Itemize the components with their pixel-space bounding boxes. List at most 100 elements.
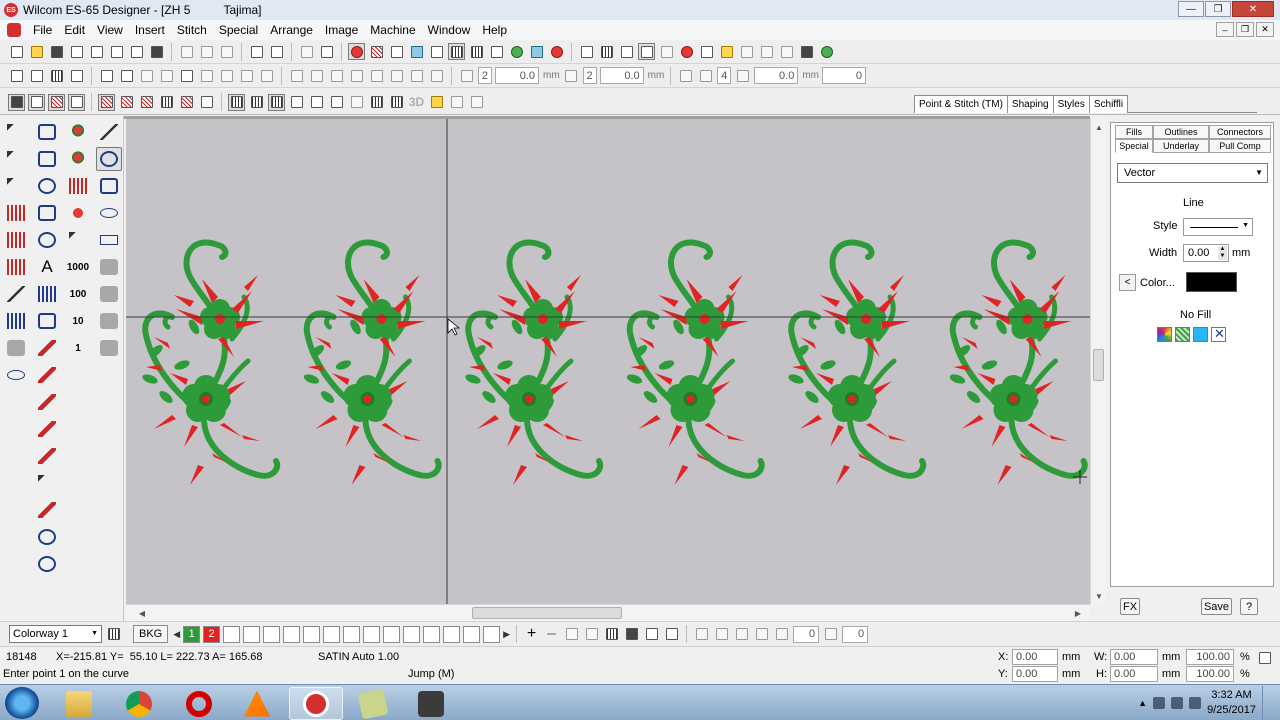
angle-input[interactable]: 0 (822, 67, 867, 84)
check-icon[interactable] (318, 43, 335, 60)
stitch-count-1000-icon[interactable]: 1000 (65, 255, 91, 279)
rotate-angle-input[interactable]: 0 (793, 625, 820, 643)
hoop-icon[interactable] (488, 43, 505, 60)
sketch-icon[interactable] (428, 94, 445, 111)
export-icon[interactable] (68, 43, 85, 60)
spiral-icon[interactable] (34, 552, 60, 576)
empty-color-slot[interactable] (483, 625, 501, 643)
volume-icon[interactable] (1189, 697, 1202, 709)
start-button-icon[interactable] (5, 687, 39, 719)
height-field[interactable]: 0.00 (1110, 666, 1158, 682)
cut-holes-icon[interactable] (258, 67, 275, 84)
menu-special[interactable]: Special (213, 20, 264, 40)
redo-icon[interactable] (268, 43, 285, 60)
rotate-right-icon[interactable] (753, 626, 770, 643)
menu-insert[interactable]: Insert (129, 20, 171, 40)
network-icon[interactable] (34, 525, 60, 549)
needle-points-icon[interactable] (428, 43, 445, 60)
embroidery-motif[interactable] (626, 243, 762, 485)
stitch-count-1-icon[interactable]: 1 (65, 336, 91, 360)
stitch-count-100-icon[interactable]: 100 (65, 282, 91, 306)
flag-icon[interactable] (1153, 697, 1166, 709)
monogram-icon[interactable] (34, 282, 60, 306)
tab-point-stitch[interactable]: Point & Stitch (TM) (914, 95, 1008, 113)
zoom-icon[interactable] (578, 43, 595, 60)
empty-color-slot[interactable] (223, 625, 241, 643)
motif-icon[interactable] (348, 94, 365, 111)
offset-count-input[interactable]: 2 (478, 67, 492, 84)
empty-color-slot[interactable] (343, 625, 361, 643)
chart-icon[interactable] (508, 43, 525, 60)
mirror-distance-input[interactable]: 0.0 (754, 67, 799, 84)
line-width-input[interactable]: 0.00 ▲ ▼ (1183, 244, 1229, 262)
run-line-2-icon[interactable] (34, 363, 60, 387)
fancy-fill-icon[interactable] (138, 94, 155, 111)
select-arrow-icon[interactable] (3, 120, 29, 144)
space-evenly-icon[interactable] (408, 67, 425, 84)
empty-color-slot[interactable] (263, 625, 281, 643)
column-a-icon[interactable] (96, 120, 122, 144)
show-grid-icon[interactable] (448, 43, 465, 60)
menu-file[interactable]: File (27, 20, 58, 40)
offset-distance-input[interactable]: 0.0 (495, 67, 539, 84)
team-name-icon[interactable] (34, 309, 60, 333)
trim-icon[interactable] (198, 67, 215, 84)
tray-expand-icon[interactable]: ▲ (1138, 698, 1147, 708)
align-left-icon[interactable] (288, 67, 305, 84)
sort-icon[interactable] (618, 43, 635, 60)
design-canvas[interactable] (126, 119, 1090, 604)
menu-help[interactable]: Help (476, 20, 513, 40)
knife-icon[interactable] (68, 93, 85, 111)
branch-tool-icon[interactable] (3, 174, 29, 198)
slow-redraw-icon[interactable] (658, 43, 675, 60)
pattern-icon[interactable] (248, 94, 265, 111)
wave-icon[interactable] (198, 94, 215, 111)
scroll-right-icon[interactable]: ▶ (1070, 605, 1086, 621)
layout-icon[interactable] (758, 43, 775, 60)
mirror-icon[interactable] (734, 67, 751, 84)
horizontal-scroll-thumb[interactable] (472, 607, 622, 619)
empty-color-slot[interactable] (363, 625, 381, 643)
run-line-5-icon[interactable] (34, 444, 60, 468)
color-icon[interactable] (548, 43, 565, 60)
align-middle-icon[interactable] (368, 67, 385, 84)
embroidery-motif[interactable] (141, 243, 277, 485)
photo-flash-icon[interactable] (96, 309, 122, 333)
remove-color-icon[interactable]: – (543, 625, 560, 643)
colorway-editor-icon[interactable] (105, 626, 122, 643)
menu-machine[interactable]: Machine (364, 20, 421, 40)
mode-dropdown[interactable]: Vector ▼ (1117, 163, 1268, 183)
array-count-input[interactable]: 2 (582, 67, 597, 84)
texture-icon[interactable] (96, 336, 122, 360)
empty-color-slot[interactable] (283, 625, 301, 643)
fx-button[interactable]: FX (1120, 598, 1140, 615)
embroidery-motif[interactable] (949, 243, 1085, 485)
manual-stitch-icon[interactable] (3, 255, 29, 279)
help-button[interactable]: ? (1240, 598, 1258, 615)
triple-run-icon[interactable] (288, 94, 305, 111)
opera-taskbar-icon[interactable] (172, 687, 226, 720)
mirror-v-icon[interactable] (713, 626, 730, 643)
embroidery-motif[interactable] (464, 243, 600, 485)
wilcom-taskbar-icon[interactable] (289, 687, 343, 720)
save-button[interactable]: Save (1201, 598, 1232, 615)
document-menu-icon[interactable] (7, 23, 21, 37)
background-button[interactable]: BKG (133, 625, 169, 643)
weld-icon[interactable] (178, 67, 195, 84)
offset-icon[interactable] (458, 67, 475, 84)
tab-special[interactable]: Special (1115, 139, 1153, 153)
hoop-tool-icon[interactable] (34, 228, 60, 252)
skew-icon[interactable] (822, 626, 839, 643)
zigzag-icon[interactable] (268, 93, 285, 111)
line-style-select[interactable]: ▼ (1183, 218, 1253, 236)
empty-color-slot[interactable] (323, 625, 341, 643)
trim-tool-icon[interactable] (3, 309, 29, 333)
open-folder-icon[interactable] (28, 43, 45, 60)
tab-shaping[interactable]: Shaping (1006, 95, 1054, 113)
fan-icon[interactable] (3, 336, 29, 360)
align-top-icon[interactable] (348, 67, 365, 84)
needle-tool-icon[interactable] (65, 228, 91, 252)
pattern-fill-icon[interactable] (1175, 327, 1190, 342)
save-icon[interactable] (48, 43, 65, 60)
ellipse-tool-icon[interactable] (96, 201, 122, 225)
